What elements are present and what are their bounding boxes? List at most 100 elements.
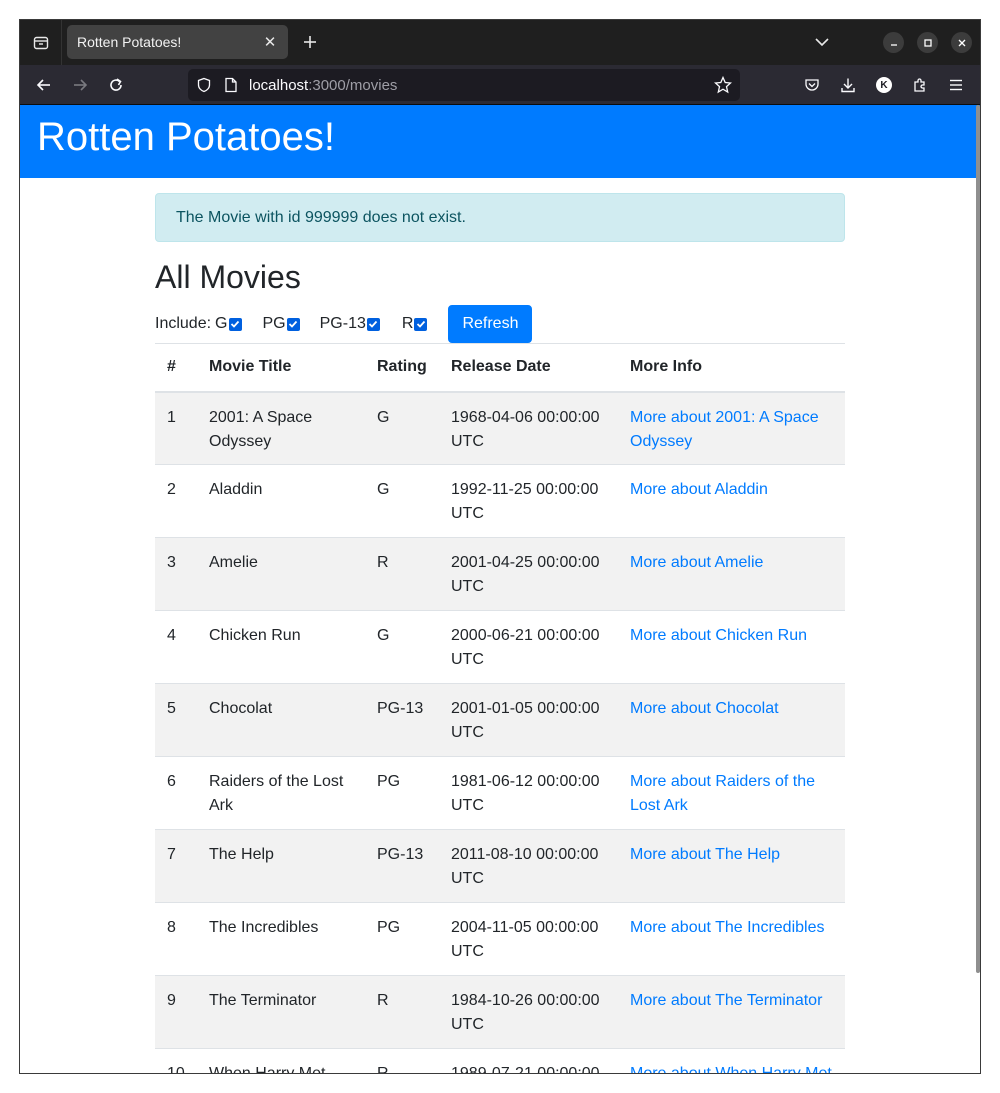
url-host: localhost (249, 77, 309, 94)
maximize-button[interactable] (917, 32, 938, 53)
movie-rating: G (377, 408, 390, 426)
new-tab-button[interactable] (298, 28, 322, 56)
filter-g: G (215, 315, 242, 333)
star-icon[interactable] (714, 76, 732, 94)
movie-number: 4 (167, 627, 176, 644)
movie-release-date: 2001-01-05 00:00:00 UTC (451, 700, 600, 741)
movie-number-cell: 3 (155, 537, 197, 611)
extensions-button[interactable] (907, 72, 933, 98)
download-icon (841, 78, 855, 93)
movie-title-cell: Aladdin (197, 464, 365, 538)
movie-number: 5 (167, 700, 176, 717)
checkbox-pg[interactable] (286, 317, 300, 331)
more-info-link[interactable]: More about Chocolat (630, 700, 779, 717)
minimize-icon (890, 43, 897, 46)
url-text[interactable]: localhost:3000/movies (249, 77, 397, 94)
more-info-link[interactable]: More about The Help (630, 846, 780, 863)
flash-alert: The Movie with id 999999 does not exist. (155, 193, 845, 242)
movies-table-body: 1 2001: A Space Odyssey G 1968-04-06 00:00:… (155, 391, 845, 1074)
page-icon[interactable] (224, 77, 238, 93)
checkbox-pg-13[interactable] (366, 317, 380, 331)
movie-title-cell: The Incredibles (197, 902, 365, 976)
movie-number-cell: 1 (155, 391, 197, 465)
refresh-button[interactable]: Refresh (448, 305, 533, 343)
movie-title: Amelie (209, 554, 258, 571)
pocket-button[interactable] (799, 72, 825, 98)
movie-number: 9 (167, 992, 176, 1009)
movie-number: 1 (167, 408, 176, 426)
puzzle-icon (914, 78, 925, 92)
back-button[interactable] (31, 72, 57, 98)
movie-title: When Harry Met Sally (209, 1065, 326, 1074)
reload-icon (110, 78, 122, 91)
url-path: :3000/movies (308, 77, 398, 94)
close-icon[interactable]: ✕ (262, 33, 278, 51)
more-info-link[interactable]: More about The Incredibles (630, 919, 824, 936)
movie-rating: R (377, 1065, 389, 1074)
reload-button[interactable] (103, 72, 129, 98)
maximize-icon (923, 38, 932, 47)
rating-label-pg: PG (262, 315, 286, 332)
more-info-link[interactable]: More about Raiders of the Lost Ark (630, 773, 815, 814)
movie-rating-cell: G (365, 391, 439, 465)
account-button[interactable]: K (871, 72, 897, 98)
table-header-row: # Movie Title Rating Release Date More I… (155, 343, 845, 393)
movie-title-cell: When Harry Met Sally (197, 1048, 365, 1074)
more-info-link[interactable]: More about When Harry Met Sally (630, 1065, 832, 1073)
more-info-link[interactable]: More about The Terminator (630, 992, 822, 1009)
page-scrollbar[interactable] (976, 105, 980, 973)
movie-title-cell: 2001: A Space Odyssey (197, 391, 365, 465)
movie-rating-cell: PG-13 (365, 683, 439, 757)
checkbox-g[interactable] (228, 317, 242, 331)
shield-icon[interactable] (196, 77, 212, 93)
movie-title: Aladdin (209, 481, 263, 498)
header-title[interactable]: Movie Title (197, 343, 365, 393)
page-viewport: Rotten Potatoes! The Movie with id 99999… (20, 105, 980, 1074)
more-info-link-cell: More about The Terminator (618, 975, 845, 1049)
window-close-button[interactable] (951, 32, 972, 53)
checkmark-icon (416, 320, 426, 328)
url-bar[interactable]: localhost:3000/movies (188, 69, 740, 101)
movie-title-cell: The Help (197, 829, 365, 903)
movie-title: Chocolat (209, 700, 273, 717)
header-release-date[interactable]: Release Date (439, 343, 618, 393)
tab-active[interactable]: Rotten Potatoes! ✕ (67, 25, 288, 59)
page-title: All Movies (155, 259, 301, 295)
movie-number: 8 (167, 919, 176, 936)
header-number: # (155, 343, 197, 393)
ratings-filter-form: Include: G PG PG-13 R Refresh (155, 305, 845, 343)
more-info-link[interactable]: More about Aladdin (630, 481, 768, 498)
table-row: 10 When Harry Met Sally R 1989-07-21 00:00:… (155, 1048, 845, 1074)
movie-release-date-cell: 2004-11-05 00:00:00 UTC (439, 902, 618, 976)
more-info-link[interactable]: More about 2001: A Space Odyssey (630, 409, 819, 450)
forward-button[interactable] (67, 72, 93, 98)
firefox-view-button[interactable] (20, 20, 62, 65)
table-row: 4 Chicken Run G 2000-06-21 00:00:00 UTC More… (155, 610, 845, 684)
movie-release-date: 2004-11-05 00:00:00 UTC (451, 919, 599, 960)
movie-rating-cell: PG-13 (365, 829, 439, 903)
menu-button[interactable] (943, 72, 969, 98)
avatar: K (876, 77, 892, 93)
more-info-link[interactable]: More about Amelie (630, 554, 763, 571)
rating-label-g: G (215, 315, 228, 332)
movie-release-date: 2011-08-10 00:00:00 UTC (451, 846, 599, 887)
movie-rating-cell: R (365, 1048, 439, 1074)
movie-rating: G (377, 627, 390, 644)
minimize-button[interactable] (883, 32, 904, 53)
movie-number: 6 (167, 773, 176, 790)
table-row: 8 The Incredibles PG 2004-11-05 00:00:00 UT… (155, 902, 845, 976)
movie-release-date: 1989-07-21 00:00:00 UTC (451, 1065, 600, 1074)
chevron-down-icon (815, 38, 829, 47)
movie-release-date-cell: 2001-01-05 00:00:00 UTC (439, 683, 618, 757)
list-all-tabs-button[interactable] (810, 28, 834, 56)
movie-release-date-cell: 2001-04-25 00:00:00 UTC (439, 537, 618, 611)
checkmark-icon (288, 320, 298, 328)
movie-number: 10 (167, 1065, 185, 1074)
include-label: Include: (155, 315, 212, 332)
movie-release-date: 1992-11-25 00:00:00 UTC (451, 481, 599, 522)
checkbox-r[interactable] (414, 317, 428, 331)
more-info-link[interactable]: More about Chicken Run (630, 627, 807, 644)
downloads-button[interactable] (835, 72, 861, 98)
movie-rating: G (377, 481, 390, 498)
movie-rating-cell: G (365, 464, 439, 538)
